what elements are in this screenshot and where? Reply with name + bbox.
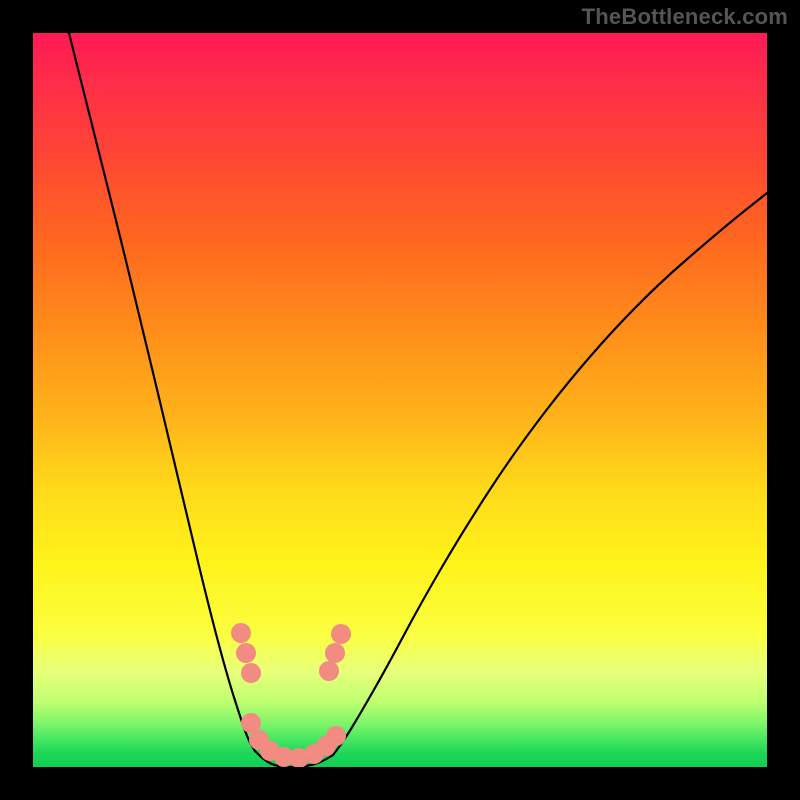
stage: TheBottleneck.com: [0, 0, 800, 800]
bead-marker: [331, 624, 351, 644]
watermark-text: TheBottleneck.com: [582, 4, 788, 30]
bead-marker: [231, 623, 251, 643]
bead-marker: [326, 726, 346, 746]
bottleneck-curve: [33, 33, 767, 767]
bead-marker: [241, 663, 261, 683]
bead-marker: [241, 713, 261, 733]
plot-area: [33, 33, 767, 767]
bead-marker: [325, 643, 345, 663]
bead-marker: [236, 643, 256, 663]
bead-group: [231, 623, 351, 767]
bead-marker: [319, 661, 339, 681]
curve-path: [69, 33, 767, 767]
